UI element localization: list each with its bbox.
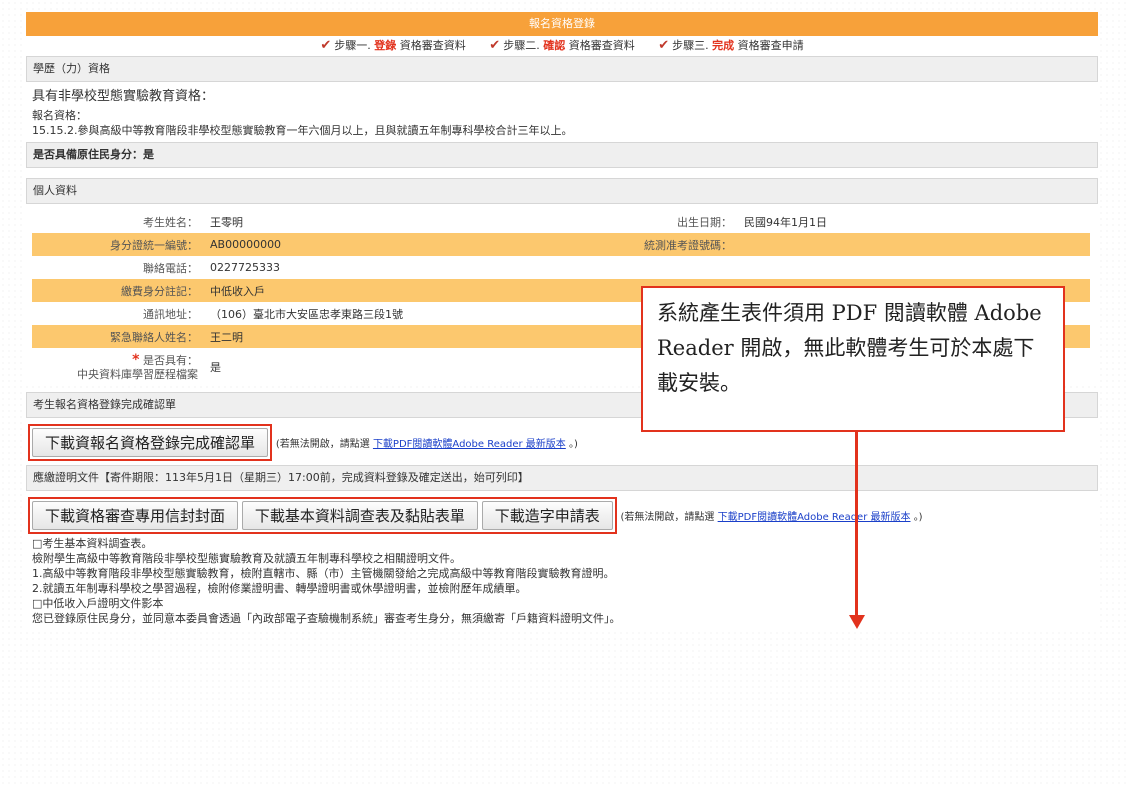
pdf-note: (若無法開啟，請點選 下載PDF閱讀軟體Adobe Reader 最新版本 。) bbox=[620, 512, 923, 523]
download-envelope-cover-button[interactable]: 下載資格審查專用信封封面 bbox=[32, 501, 239, 530]
list-item: 1.高級中等教育階段非學校型態實驗教育，檢附直轄市、縣（市）主管機關發給之完成高… bbox=[32, 567, 615, 580]
adobe-reader-link[interactable]: 下載PDF閱讀軟體Adobe Reader 最新版本 bbox=[373, 439, 566, 450]
download-confirmation-button[interactable]: 下載資報名資格登錄完成確認單 bbox=[32, 428, 269, 457]
list-item: 檢附學生高級中等教育階段非學校型態實驗教育及就讀五年制專科學校之相關證明文件。 bbox=[32, 552, 461, 565]
step-1: ✔ 步驟一. 登錄 資格審查資料 bbox=[320, 38, 466, 53]
list-item: 2.就讀五年制專科學校之學習過程，檢附修業證明書、轉學證明書或休學證明書，並檢附… bbox=[32, 582, 527, 595]
documents-list: □考生基本資料調查表。 檢附學生高級中等教育階段非學校型態實驗教育及就讀五年制專… bbox=[26, 534, 1098, 630]
pdf-note: (若無法開啟，請點選 下載PDF閱讀軟體Adobe Reader 最新版本 。) bbox=[275, 439, 578, 450]
check-icon: ✔ bbox=[489, 38, 501, 53]
page-title: 報名資格登錄 bbox=[26, 12, 1098, 36]
step-2: ✔ 步驟二. 確認 資格審查資料 bbox=[489, 38, 635, 53]
documents-highlight: 下載資格審查專用信封封面 下載基本資料調查表及黏貼表單 下載造字申請表 bbox=[28, 497, 617, 534]
education-block: 具有非學校型態實驗教育資格： 報名資格： 15.15.2.參與高級中等教育階段非… bbox=[26, 82, 1098, 142]
table-row: 考生姓名： 王零明 出生日期： 民國94年1月1日 bbox=[32, 210, 1090, 233]
education-section-title: 學歷（力）資格 bbox=[26, 56, 1098, 82]
personal-section-title: 個人資料 bbox=[26, 178, 1098, 204]
qualification-label: 報名資格： bbox=[32, 109, 87, 122]
step-3: ✔ 步驟三. 完成 資格審查申請 bbox=[658, 38, 804, 53]
list-item: 您已登錄原住民身分，並同意本委員會透過「內政部電子查驗機制系統」審查考生身分，無… bbox=[32, 612, 621, 625]
download-basic-info-form-button[interactable]: 下載基本資料調查表及黏貼表單 bbox=[241, 501, 478, 530]
list-item: □考生基本資料調查表。 bbox=[32, 537, 153, 550]
adobe-reader-callout: 系統產生表件須用 PDF 閱讀軟體 Adobe Reader 開啟，無此軟體考生… bbox=[641, 286, 1065, 432]
table-row: 聯絡電話： 0227725333 bbox=[32, 256, 1090, 279]
documents-buttons: 下載資格審查專用信封封面 下載基本資料調查表及黏貼表單 下載造字申請表 (若無法… bbox=[26, 491, 1098, 534]
check-icon: ✔ bbox=[658, 38, 670, 53]
confirm-highlight: 下載資報名資格登錄完成確認單 bbox=[28, 424, 273, 461]
step-indicator: ✔ 步驟一. 登錄 資格審查資料 ✔ 步驟二. 確認 資格審查資料 ✔ 步驟三. 完成… bbox=[26, 36, 1098, 56]
required-asterisk: * bbox=[132, 351, 140, 368]
table-row: 身分證統一編號： AB00000000 統測准考證號碼： bbox=[32, 233, 1090, 256]
indigenous-status: 是否具備原住民身分：是 bbox=[26, 142, 1098, 168]
callout-arrow-line bbox=[855, 432, 858, 617]
list-item: □中低收入戶證明文件影本 bbox=[32, 597, 164, 610]
education-heading: 具有非學校型態實驗教育資格： bbox=[32, 89, 215, 104]
qualification-text: 15.15.2.參與高級中等教育階段非學校型態實驗教育一年六個月以上，且與就讀五… bbox=[32, 124, 573, 137]
check-icon: ✔ bbox=[320, 38, 332, 53]
adobe-reader-link[interactable]: 下載PDF閱讀軟體Adobe Reader 最新版本 bbox=[718, 512, 911, 523]
callout-arrow-head bbox=[849, 615, 865, 629]
documents-section-title: 應繳證明文件【寄件期限：113年5月1日（星期三）17:00前，完成資料登錄及確… bbox=[26, 465, 1098, 491]
download-character-request-button[interactable]: 下載造字申請表 bbox=[481, 501, 613, 530]
